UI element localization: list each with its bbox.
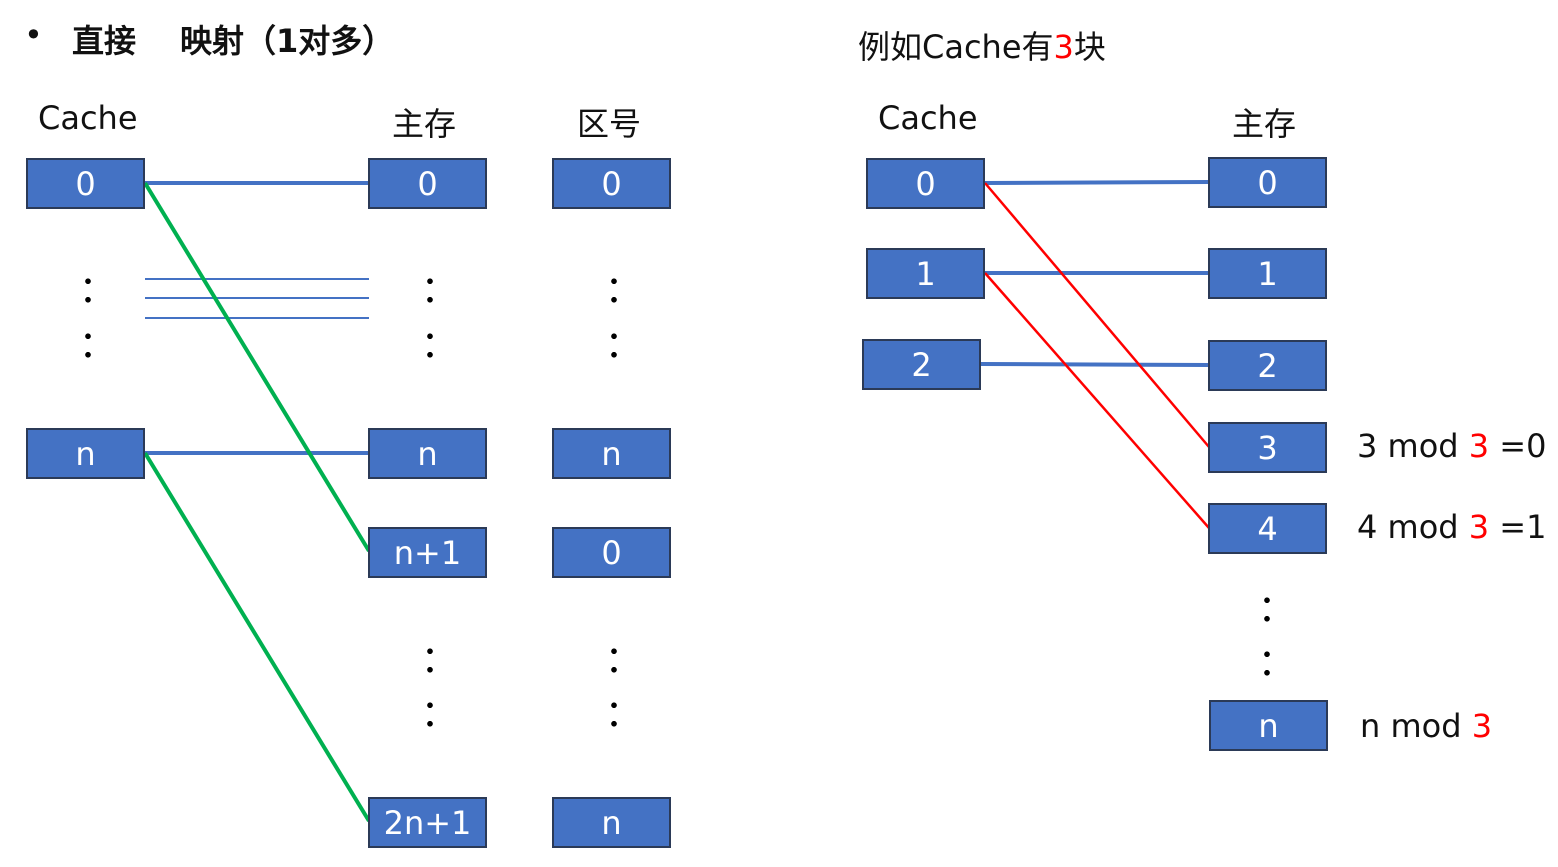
cache-block: 2 [862,339,981,390]
cache-header: Cache [38,99,138,137]
zone-block: n [552,428,671,479]
ellipsis-dots [427,272,433,307]
mod-row: n mod 3 [1360,707,1492,745]
memory-block: n+1 [368,527,487,578]
ellipsis-dots [611,327,617,362]
mod-number: 3 [1471,707,1493,745]
title-part1: 直接 [72,22,137,60]
memory-block: 0 [1208,157,1327,208]
mod-lhs: n mod [1360,707,1472,745]
example-number: 3 [1053,28,1074,66]
memory-header: 主存 [1232,105,1297,143]
example-title: 例如Cache有3块 [858,22,1106,68]
zone-header: 区号 [577,105,642,143]
mod-result: =1 [1489,508,1547,546]
memory-header: 主存 [392,105,457,143]
memory-block: n [368,428,487,479]
link-r-cache1-mem4 [984,272,1210,529]
ellipsis-dots [611,272,617,307]
memory-block: 2 [1208,340,1327,391]
memory-block: 1 [1208,248,1327,299]
mod-row: 3 mod 3 =0 [1357,427,1546,465]
cache-header: Cache [878,99,978,137]
cache-block: 0 [866,158,985,209]
memory-block: 4 [1208,503,1327,554]
ellipsis-dots [85,272,91,307]
mod-lhs: 4 mod [1357,508,1469,546]
memory-block: n [1209,700,1328,751]
example-prefix: 例如Cache有 [858,28,1054,66]
memory-block: 2n+1 [368,797,487,848]
bullet: • [24,16,43,54]
ellipsis-dots [611,642,617,677]
mod-row: 4 mod 3 =1 [1357,508,1546,546]
ellipsis-dots [427,327,433,362]
example-suffix: 块 [1073,28,1106,66]
ellipsis-dots [427,696,433,731]
cache-block: n [26,428,145,479]
ellipsis-dots [1264,645,1270,680]
memory-block: 3 [1208,422,1327,473]
mod-number: 3 [1468,427,1490,465]
ellipsis-dots [1264,591,1270,626]
zone-block: 0 [552,158,671,209]
ellipsis-dots [611,696,617,731]
mod-lhs: 3 mod [1357,427,1469,465]
ellipsis-dots [427,642,433,677]
link-r-cache0-mem0 [984,180,1210,185]
link-cacheN-mem2N1 [143,451,371,823]
cache-block: 1 [866,248,985,299]
mod-result: =0 [1489,427,1547,465]
zone-block: n [552,797,671,848]
ellipsis-dots [85,327,91,362]
title-part2: 映射（1对多） [180,22,395,60]
zone-block: 0 [552,527,671,578]
link-cache0-memN1 [143,181,371,553]
link-r-cache2-mem2 [980,362,1210,367]
mod-number: 3 [1468,508,1490,546]
link-r-cache0-mem3 [984,182,1210,448]
memory-block: 0 [368,158,487,209]
cache-block: 0 [26,158,145,209]
